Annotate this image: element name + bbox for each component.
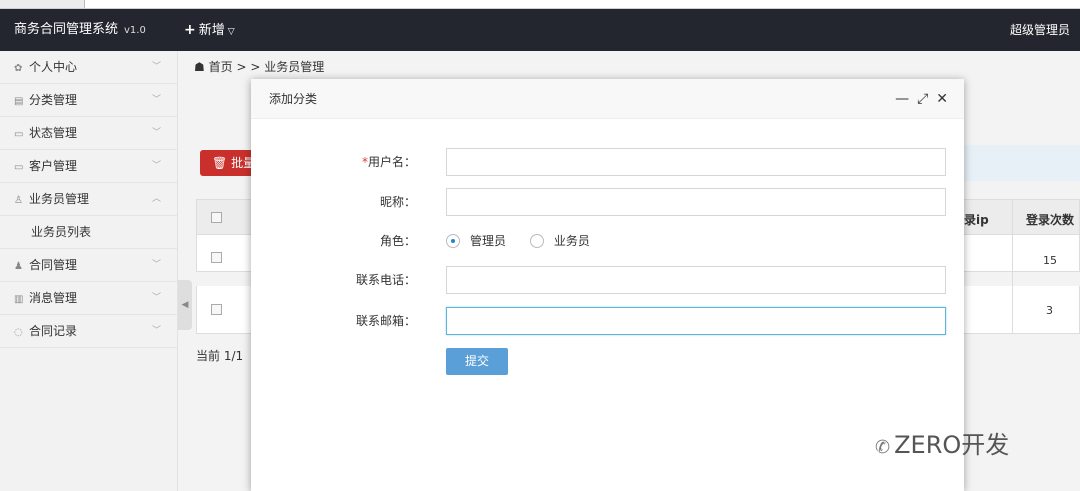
chevron-down-icon: ▽ (227, 27, 235, 37)
card-icon: ▭ (14, 162, 24, 173)
dialog-header: 添加分类 — ⤢ ✕ (251, 79, 964, 119)
email-label: 联系邮箱： (355, 314, 416, 328)
column-divider (1012, 199, 1013, 334)
sidebar-item-label: 客户管理 (29, 159, 78, 173)
watermark-text: ZERO开发 (894, 431, 1010, 459)
person-icon: ♟ (14, 261, 23, 272)
close-icon[interactable]: ✕ (936, 79, 948, 119)
pagination-info: 当前 1/1 (196, 349, 244, 363)
app-title: 商务合同管理系统 (14, 22, 119, 37)
list-icon: ▤ (14, 96, 24, 107)
app-version: v1.0 (124, 25, 146, 36)
chevron-down-icon: ﹀ (151, 326, 161, 336)
role-radio-group: 管理员 业务员 (446, 227, 610, 255)
row-checkbox[interactable] (211, 304, 222, 315)
dialog-controls: — ⤢ ✕ (887, 79, 948, 119)
sidebar-item-label: 消息管理 (29, 291, 78, 305)
chevron-down-icon: ﹀ (151, 62, 161, 72)
user-menu[interactable]: 超级管理员 (1010, 9, 1070, 51)
watermark: ✆ ZERO开发 (875, 425, 1009, 460)
username-label-text: 用户名： (367, 155, 416, 169)
sidebar-item-category[interactable]: ▤ 分类管理 ﹀ (0, 84, 177, 117)
username-label: *用户名： (362, 148, 416, 176)
sidebar-item-label: 业务员管理 (29, 192, 90, 206)
role-label: 角色： (379, 234, 416, 248)
chevron-down-icon: ﹀ (151, 293, 161, 303)
role-salesman-radio[interactable] (529, 234, 544, 248)
sidebar-item-salesman[interactable]: ♙ 业务员管理 ︿ (0, 183, 177, 216)
trash-icon: 🗑 (212, 156, 228, 170)
maximize-icon[interactable]: ⤢ (917, 79, 928, 119)
add-new-menu[interactable]: + 新增 ▽ (184, 9, 235, 51)
sidebar-item-label: 合同记录 (29, 324, 78, 338)
form-row-nickname: 昵称： (251, 188, 964, 216)
cell-login-count: 15 (1043, 254, 1057, 267)
phone-label: 联系电话： (355, 273, 416, 287)
sidebar-item-personal[interactable]: ✿ 个人中心 ﹀ (0, 51, 177, 84)
row-checkbox[interactable] (211, 252, 222, 263)
form-row-username: *用户名： (251, 148, 964, 176)
breadcrumb-separator: > (250, 60, 261, 74)
role-admin-radio[interactable] (446, 234, 460, 248)
sidebar-item-message[interactable]: ▥ 消息管理 ﹀ (0, 282, 177, 315)
cell-login-count: 3 (1046, 304, 1053, 317)
search-area-strip (963, 145, 1080, 181)
chevron-down-icon: ﹀ (151, 95, 161, 105)
chat-icon: ◌ (14, 327, 23, 338)
sidebar-item-label: 个人中心 (29, 60, 78, 74)
sidebar-item-contract-log[interactable]: ◌ 合同记录 ﹀ (0, 315, 177, 348)
sidebar-item-label: 合同管理 (29, 258, 78, 272)
chevron-down-icon: ﹀ (151, 260, 161, 270)
minimize-icon[interactable]: — (895, 79, 909, 119)
username-input[interactable] (446, 148, 946, 176)
sidebar-item-salesman-list[interactable]: 业务员列表 (0, 216, 177, 249)
sidebar-item-label: 分类管理 (29, 93, 78, 107)
breadcrumb-current: 业务员管理 (264, 60, 325, 74)
add-dialog: 添加分类 — ⤢ ✕ *用户名： 昵称： 角色： 管理员 业务员 联系电话： 联系邮… (251, 79, 964, 491)
select-all-checkbox[interactable] (211, 212, 222, 223)
submit-button[interactable]: 提交 (446, 348, 508, 375)
nickname-label: 昵称： (379, 195, 416, 209)
sidebar: ✿ 个人中心 ﹀ ▤ 分类管理 ﹀ ▭ 状态管理 ﹀ ▭ 客户管理 ﹀ ♙ 业务员管理 ︿ 业务员列… (0, 51, 178, 491)
role-salesman-label[interactable]: 业务员 (554, 234, 590, 248)
form-row-role: 角色： 管理员 业务员 (251, 227, 964, 255)
home-icon: ☗ (194, 60, 205, 74)
chevron-down-icon: ﹀ (151, 161, 161, 171)
column-header-login-ip[interactable]: 录ip (964, 211, 989, 228)
sidebar-collapse-toggle[interactable]: ◀ (178, 280, 192, 330)
sidebar-item-customer[interactable]: ▭ 客户管理 ﹀ (0, 150, 177, 183)
app-brand[interactable]: 商务合同管理系统 v1.0 (0, 9, 178, 51)
form-row-phone: 联系电话： (251, 266, 964, 294)
browser-address-strip (0, 0, 1080, 9)
chevron-up-icon: ︿ (151, 194, 161, 204)
nickname-input[interactable] (446, 188, 946, 216)
email-input[interactable] (446, 307, 946, 335)
wechat-icon: ✆ (875, 437, 891, 458)
phone-input[interactable] (446, 266, 946, 294)
column-header-login-count[interactable]: 登录次数 (1026, 211, 1074, 228)
chevron-down-icon: ﹀ (151, 128, 161, 138)
dialog-title: 添加分类 (269, 92, 318, 106)
user-icon: ♙ (14, 195, 23, 206)
add-menu-label: 新增 (198, 23, 225, 38)
role-admin-label[interactable]: 管理员 (470, 234, 506, 248)
gear-icon: ✿ (14, 63, 23, 74)
sidebar-item-label: 状态管理 (29, 126, 78, 140)
caret-left-icon: ◀ (181, 300, 189, 310)
breadcrumb-home[interactable]: 首页 (209, 60, 233, 74)
card-icon: ▭ (14, 129, 24, 140)
breadcrumb-separator: > (236, 60, 247, 74)
form-row-email: 联系邮箱： (251, 307, 964, 335)
address-bar[interactable] (84, 0, 1080, 8)
top-navbar: 商务合同管理系统 v1.0 + 新增 ▽ 超级管理员 (0, 9, 1080, 51)
message-icon: ▥ (14, 294, 24, 305)
sidebar-item-status[interactable]: ▭ 状态管理 ﹀ (0, 117, 177, 150)
sidebar-item-contract[interactable]: ♟ 合同管理 ﹀ (0, 249, 177, 282)
plus-icon: + (184, 22, 196, 38)
